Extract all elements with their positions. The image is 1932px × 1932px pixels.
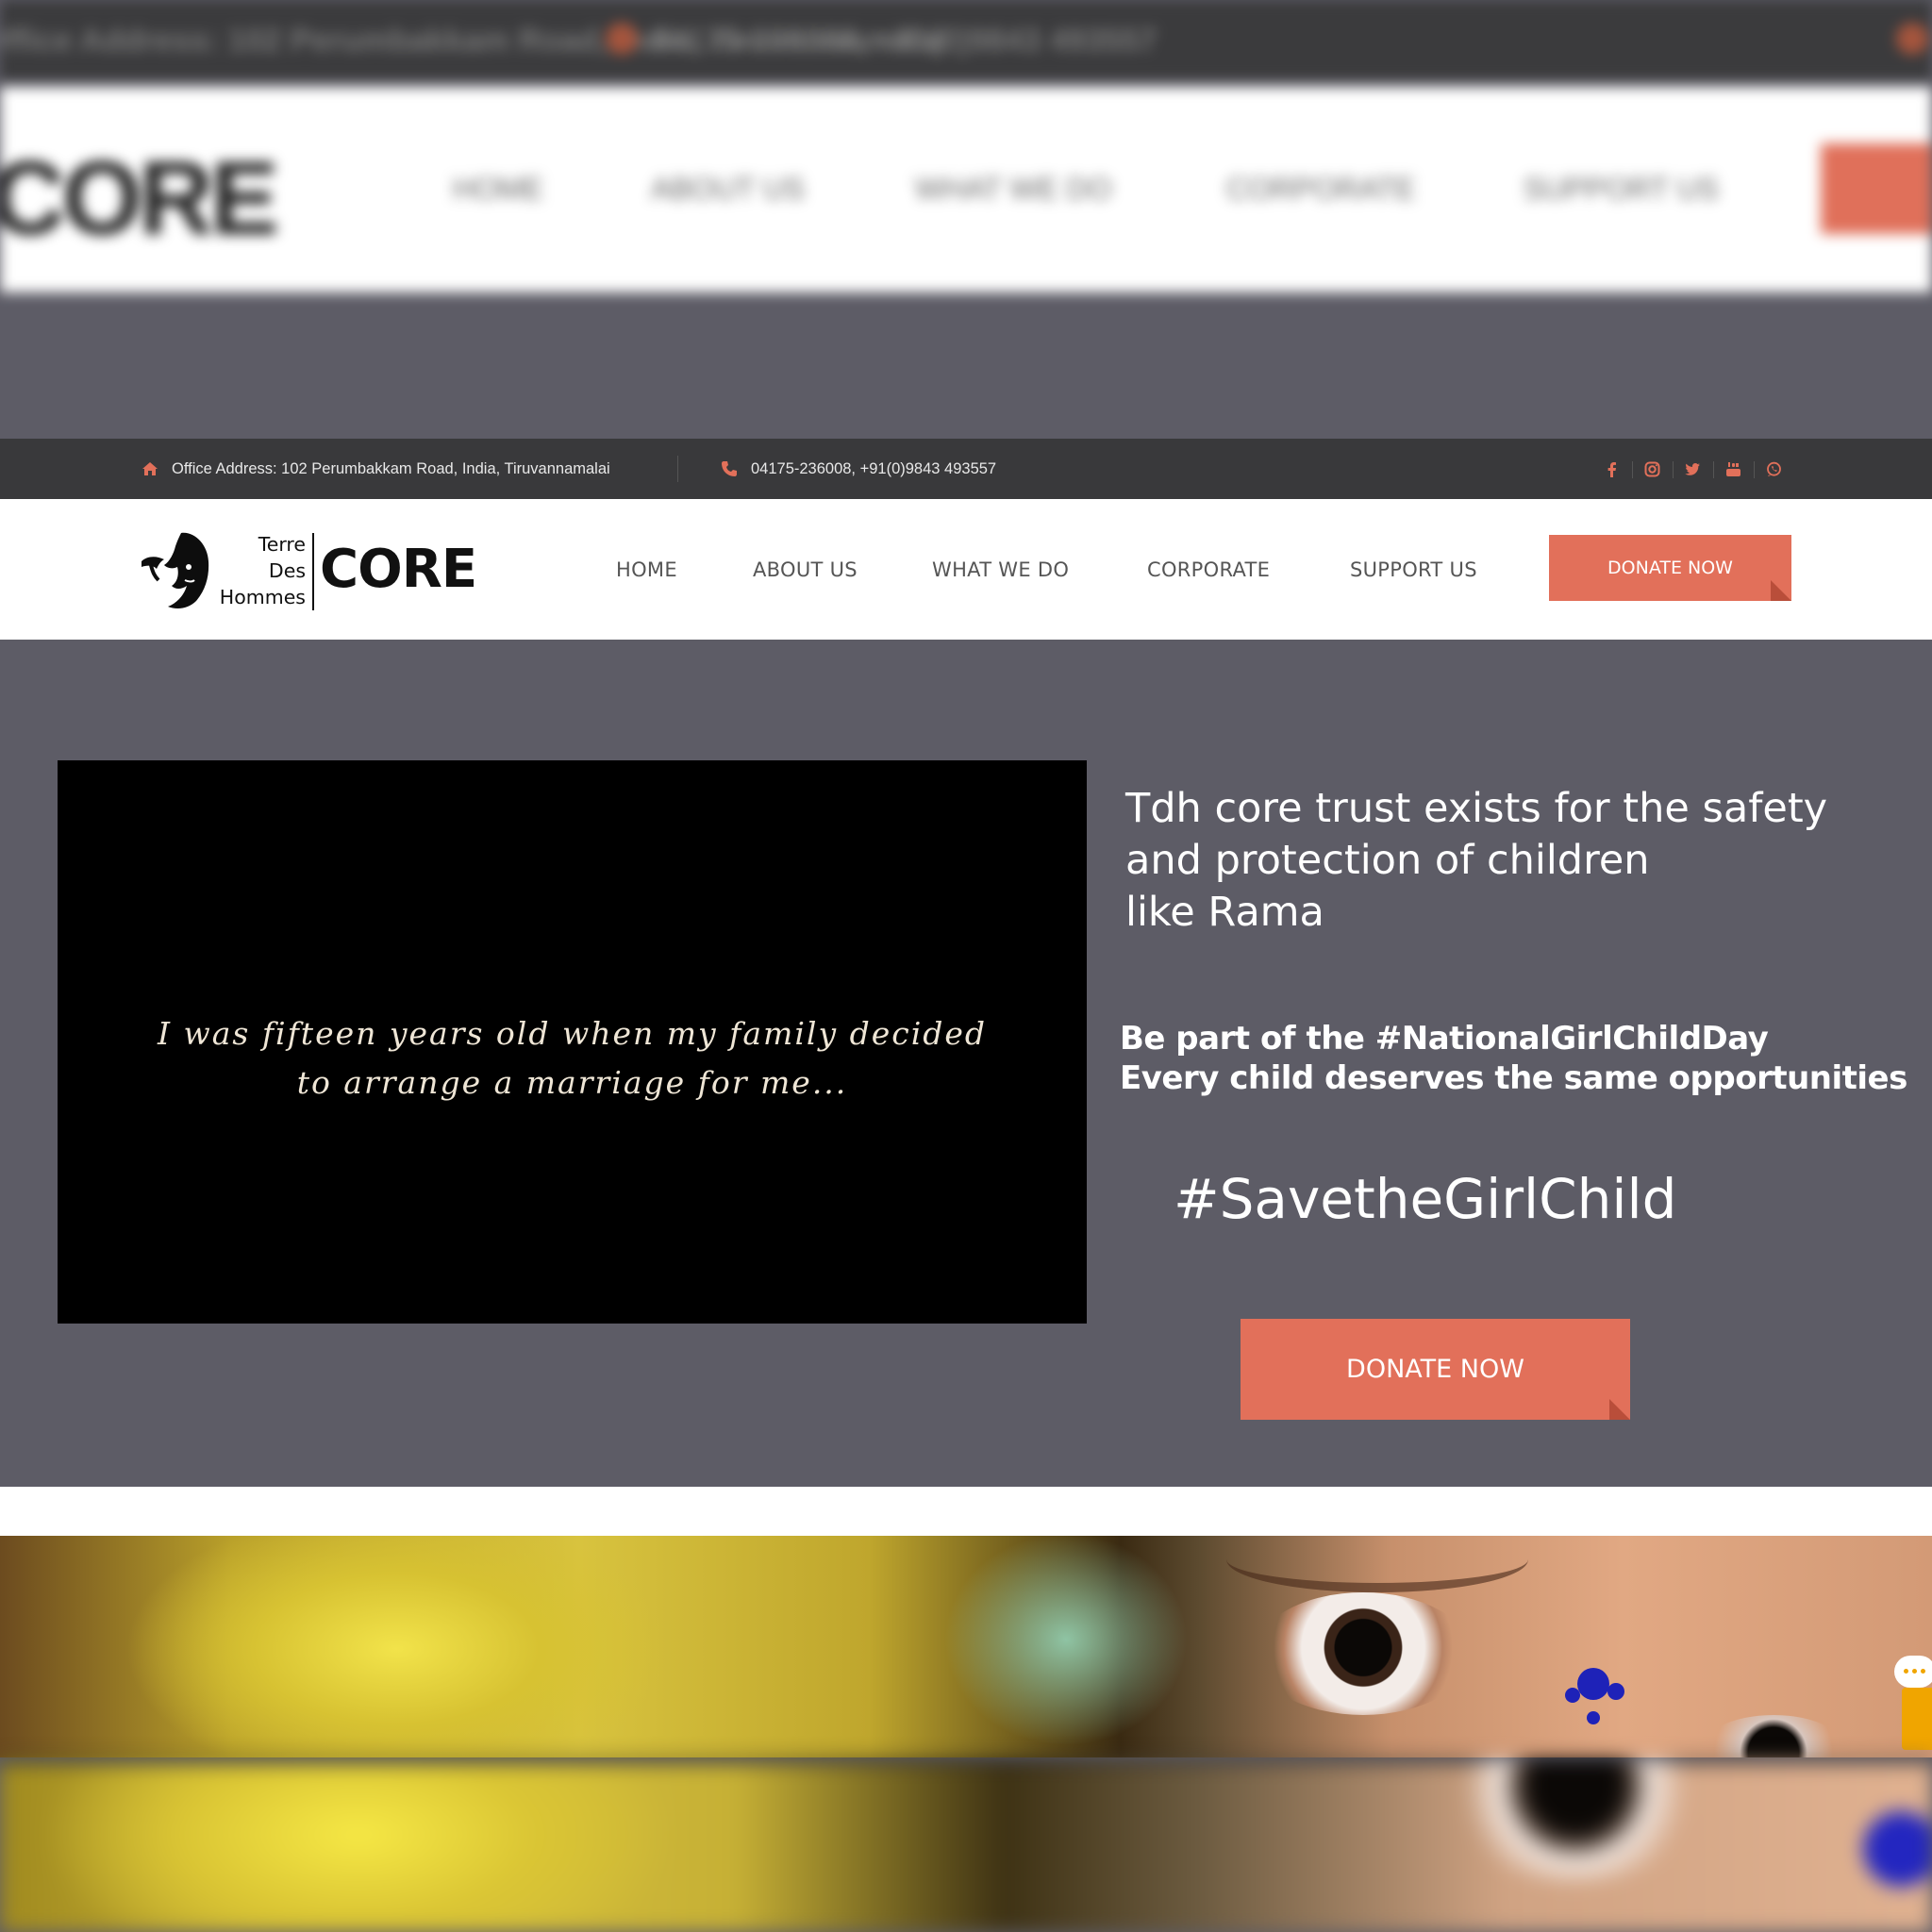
blurred-photo-bindi — [1863, 1811, 1932, 1887]
blurred-nav-what: WHAT WE DO — [915, 172, 1112, 206]
logo-separator — [312, 533, 314, 610]
blurred-donate-button — [1821, 143, 1932, 234]
tdh-wordmark: Terre Des Hommes — [217, 531, 306, 610]
blurred-nav-support: SUPPORT US — [1524, 172, 1719, 206]
video-caption-line2: to arrange a marriage for me... — [296, 1064, 848, 1101]
blurred-topbar: Office Address: 102 Perumbakkam Road, In… — [0, 0, 1932, 80]
chat-tab[interactable] — [1902, 1688, 1932, 1750]
blurred-header-backdrop: Office Address: 102 Perumbakkam Road, In… — [0, 0, 1932, 439]
topbar-divider — [677, 456, 678, 482]
child-face-logo-icon — [142, 532, 209, 608]
logo-line-terre: Terre — [258, 533, 306, 556]
whatsapp-icon[interactable] — [1754, 439, 1794, 499]
blurred-nav-corporate: CORPORATE — [1226, 172, 1416, 206]
photo-eyebrow — [1226, 1536, 1528, 1592]
hero-lead-line1: Tdh core trust exists for the safety — [1125, 785, 1828, 832]
phone-text: 04175-236008, +91(0)9843 493557 — [751, 459, 997, 477]
logo-line-hommes: Hommes — [219, 586, 306, 608]
hero-campaign-text: Be part of the #NationalGirlChildDay Eve… — [1120, 1019, 1931, 1098]
photo-bindi — [1577, 1668, 1609, 1700]
hero-lead-text: Tdh core trust exists for the safety and… — [1125, 783, 1899, 939]
blurred-phone-icon — [606, 23, 638, 55]
girl-photo-banner — [0, 1536, 1932, 1757]
nav-home[interactable]: HOME — [616, 499, 677, 640]
section-spacer — [0, 1487, 1932, 1536]
phone-numbers: 04175-236008, +91(0)9843 493557 — [721, 439, 996, 499]
hero-lead-line2: and protection of children — [1125, 837, 1650, 884]
instagram-icon[interactable] — [1632, 439, 1673, 499]
blurred-phone: 04175-236008, +91(0)9843 493557 — [651, 23, 1157, 58]
hero-lead-line3: like Rama — [1125, 889, 1324, 936]
core-wordmark: CORE — [320, 539, 477, 600]
video-caption-line1: I was fifteen years old when my family d… — [157, 1015, 988, 1052]
button-corner-decoration — [1609, 1399, 1630, 1420]
nav-support-us[interactable]: SUPPORT US — [1350, 499, 1477, 640]
youtube-icon[interactable] — [1713, 439, 1754, 499]
social-links — [1591, 439, 1794, 499]
blurred-logo: CORE — [0, 141, 279, 257]
hero-hashtag: #SavetheGirlChild — [1174, 1167, 1677, 1231]
header-donate-label: DONATE NOW — [1607, 558, 1733, 578]
button-corner-decoration — [1771, 580, 1791, 601]
phone-icon — [722, 461, 737, 476]
facebook-icon[interactable] — [1591, 439, 1632, 499]
logo-line-des: Des — [268, 559, 306, 582]
blurred-nav-home: HOME — [453, 172, 543, 206]
blurred-nav-about: ABOUT US — [651, 172, 805, 206]
tdh-core-logo[interactable]: Terre Des Hommes CORE — [140, 527, 477, 614]
photo-eye-second — [1698, 1715, 1849, 1757]
home-icon — [142, 462, 158, 475]
site-header: Terre Des Hommes CORE HOME ABOUT US WHAT… — [0, 499, 1932, 640]
blurred-header: CORE HOME ABOUT US WHAT WE DO CORPORATE … — [0, 87, 1932, 292]
header-donate-button[interactable]: DONATE NOW — [1549, 535, 1791, 601]
twitter-icon[interactable] — [1673, 439, 1713, 499]
blurred-photo-eye — [1453, 1759, 1698, 1882]
video-caption: I was fifteen years old when my family d… — [58, 1009, 1087, 1108]
hero-donate-button[interactable]: DONATE NOW — [1241, 1319, 1630, 1420]
blurred-photo-backdrop — [0, 1759, 1932, 1932]
chat-widget[interactable] — [1894, 1656, 1932, 1750]
photo-eye — [1255, 1592, 1472, 1715]
video-player[interactable]: I was fifteen years old when my family d… — [58, 760, 1087, 1324]
nav-what-we-do[interactable]: WHAT WE DO — [932, 499, 1069, 640]
top-info-bar: Office Address: 102 Perumbakkam Road, In… — [0, 439, 1932, 499]
hero-campaign-line1: Be part of the #NationalGirlChildDay — [1120, 1020, 1769, 1058]
hero-donate-label: DONATE NOW — [1346, 1355, 1524, 1384]
hero-section: I was fifteen years old when my family d… — [0, 640, 1932, 1487]
nav-corporate[interactable]: CORPORATE — [1147, 499, 1270, 640]
office-address: Office Address: 102 Perumbakkam Road, In… — [142, 439, 610, 499]
hero-campaign-line2: Every child deserves the same opportunit… — [1120, 1059, 1907, 1097]
office-address-text: Office Address: 102 Perumbakkam Road, In… — [172, 459, 610, 477]
chat-bubble-icon[interactable] — [1894, 1656, 1932, 1688]
blurred-social-icon — [1896, 23, 1928, 55]
nav-about-us[interactable]: ABOUT US — [753, 499, 858, 640]
